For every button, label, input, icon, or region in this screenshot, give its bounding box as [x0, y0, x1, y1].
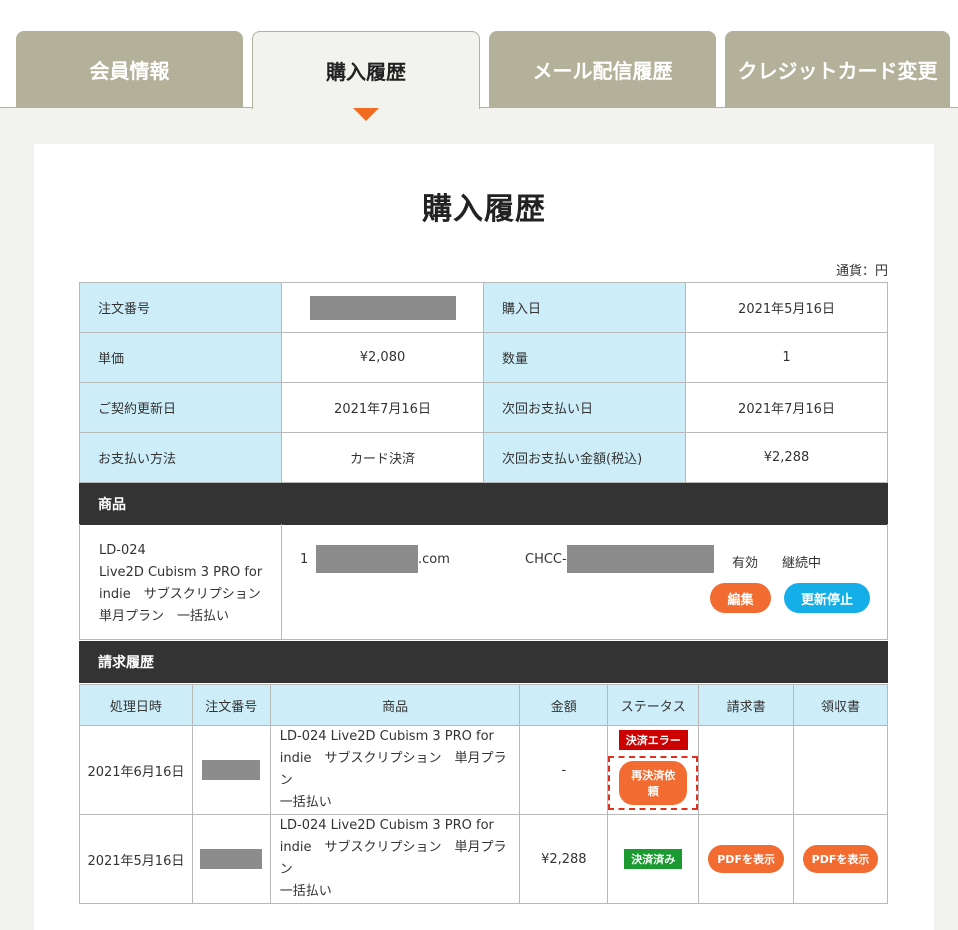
repay-request-button[interactable]: 再決済依頼 — [619, 761, 688, 805]
col-header: 請求書 — [698, 684, 795, 726]
payment-method-value: カード決済 — [281, 432, 484, 483]
tab-purchase-history[interactable]: 購入履歴 — [252, 31, 480, 109]
redacted-block — [309, 295, 456, 320]
order-number-value — [281, 282, 484, 333]
invoice-pdf-button[interactable]: PDFを表示 — [708, 845, 784, 873]
unit-price-label: 単価 — [79, 332, 282, 383]
purchase-date-value: 2021年5月16日 — [685, 282, 888, 333]
receipt-pdf-button[interactable]: PDFを表示 — [802, 845, 879, 873]
next-payment-date-label: 次回お支払い日 — [483, 382, 686, 433]
billing-product-line: LD-024 Live2D Cubism 3 PRO for — [279, 818, 494, 833]
billing-table: 処理日時 注文番号 商品 金額 ステータス 請求書 領収書 2021年6月16日… — [79, 684, 888, 904]
purchase-date-label: 購入日 — [483, 282, 686, 333]
billing-receipt — [793, 725, 888, 815]
billing-receipt: PDFを表示 — [793, 814, 888, 904]
payment-method-label: お支払い方法 — [79, 432, 282, 483]
billing-product-line: LD-024 Live2D Cubism 3 PRO for — [279, 729, 494, 744]
currency-note: 通貨：円 — [835, 264, 888, 279]
product-name: LD-024 Live2D Cubism 3 PRO for indie サブス… — [80, 524, 282, 639]
product-row: LD-024 Live2D Cubism 3 PRO for indie サブス… — [79, 524, 888, 640]
status-badge: 決済済み — [624, 849, 683, 869]
tab-bar: 会員情報 購入履歴 メール配信履歴 クレジットカード変更 — [0, 0, 958, 109]
billing-product-line: indie サブスクリプション 単月プラン — [279, 751, 507, 788]
col-header: 注文番号 — [191, 684, 271, 726]
billing-invoice: PDFを表示 — [698, 814, 795, 904]
product-name-line: Live2D Cubism 3 PRO for — [99, 565, 263, 580]
unit-price-value: ¥2,080 — [281, 332, 484, 383]
content-card: 購入履歴 通貨：円 注文番号 購入日 2021年5月16日 単価 ¥2,080 … — [34, 144, 934, 930]
next-payment-date-value: 2021年7月16日 — [685, 382, 888, 433]
product-email: .com — [316, 545, 450, 573]
billing-order-number — [191, 814, 271, 904]
order-number-label: 注文番号 — [79, 282, 282, 333]
col-header: 金額 — [519, 684, 609, 726]
product-name-line: 単月プラン 一括払い — [99, 609, 230, 624]
highlight-box: 再決済依頼 — [608, 756, 699, 810]
billing-product-line: 一括払い — [279, 884, 332, 899]
billing-amount: ¥2,288 — [519, 814, 609, 904]
table-row: 2021年5月16日 LD-024 Live2D Cubism 3 PRO fo… — [79, 814, 888, 904]
billing-amount: - — [519, 725, 609, 815]
active-tab-arrow-icon — [353, 108, 379, 121]
billing-date: 2021年6月16日 — [79, 725, 193, 815]
product-name-line: LD-024 — [99, 543, 146, 558]
billing-status: 決済済み — [607, 814, 700, 904]
license-key: CHCC- — [525, 545, 714, 573]
quantity-label: 数量 — [483, 332, 686, 383]
product-count: 1 — [300, 552, 309, 567]
license-prefix: CHCC- — [525, 551, 567, 567]
tab-credit-card-change[interactable]: クレジットカード変更 — [725, 31, 950, 108]
license-state: 有効 — [732, 556, 759, 571]
email-suffix: .com — [418, 551, 450, 567]
tab-mail-history[interactable]: メール配信履歴 — [489, 31, 716, 108]
product-name-line: indie サブスクリプション — [99, 587, 261, 602]
status-badge: 決済エラー — [618, 730, 688, 750]
billing-order-number — [191, 725, 271, 815]
renewal-date-label: ご契約更新日 — [79, 382, 282, 433]
billing-product: LD-024 Live2D Cubism 3 PRO for indie サブス… — [269, 814, 521, 904]
redacted-block — [202, 760, 261, 780]
billing-product-line: indie サブスクリプション 単月プラン — [279, 840, 507, 877]
table-row: 2021年6月16日 LD-024 Live2D Cubism 3 PRO fo… — [79, 725, 888, 815]
tab-member-info[interactable]: 会員情報 — [16, 31, 243, 108]
stop-renewal-button[interactable]: 更新停止 — [784, 583, 870, 613]
billing-status: 決済エラー 再決済依頼 — [607, 725, 700, 815]
renewal-date-value: 2021年7月16日 — [281, 382, 484, 433]
billing-product: LD-024 Live2D Cubism 3 PRO for indie サブス… — [269, 725, 521, 815]
billing-invoice — [698, 725, 795, 815]
col-header: ステータス — [607, 684, 700, 726]
page-title: 購入履歴 — [422, 192, 546, 227]
billing-date: 2021年5月16日 — [79, 814, 193, 904]
renewal-state: 継続中 — [782, 556, 822, 571]
next-payment-amount-label: 次回お支払い金額(税込) — [483, 432, 686, 483]
redacted-block — [200, 849, 263, 869]
next-payment-amount-value: ¥2,288 — [685, 432, 888, 483]
col-header: 領収書 — [793, 684, 888, 726]
billing-product-line: 一括払い — [279, 795, 332, 810]
edit-button[interactable]: 編集 — [710, 583, 771, 613]
product-section-heading: 商品 — [79, 483, 888, 525]
redacted-block — [316, 545, 418, 573]
order-info-table: 注文番号 購入日 2021年5月16日 単価 ¥2,080 数量 1 ご契約更新… — [79, 282, 888, 483]
billing-section-heading: 請求履歴 — [79, 641, 888, 683]
redacted-block — [566, 545, 714, 573]
col-header: 処理日時 — [79, 684, 193, 726]
col-header: 商品 — [269, 684, 521, 726]
quantity-value: 1 — [685, 332, 888, 383]
